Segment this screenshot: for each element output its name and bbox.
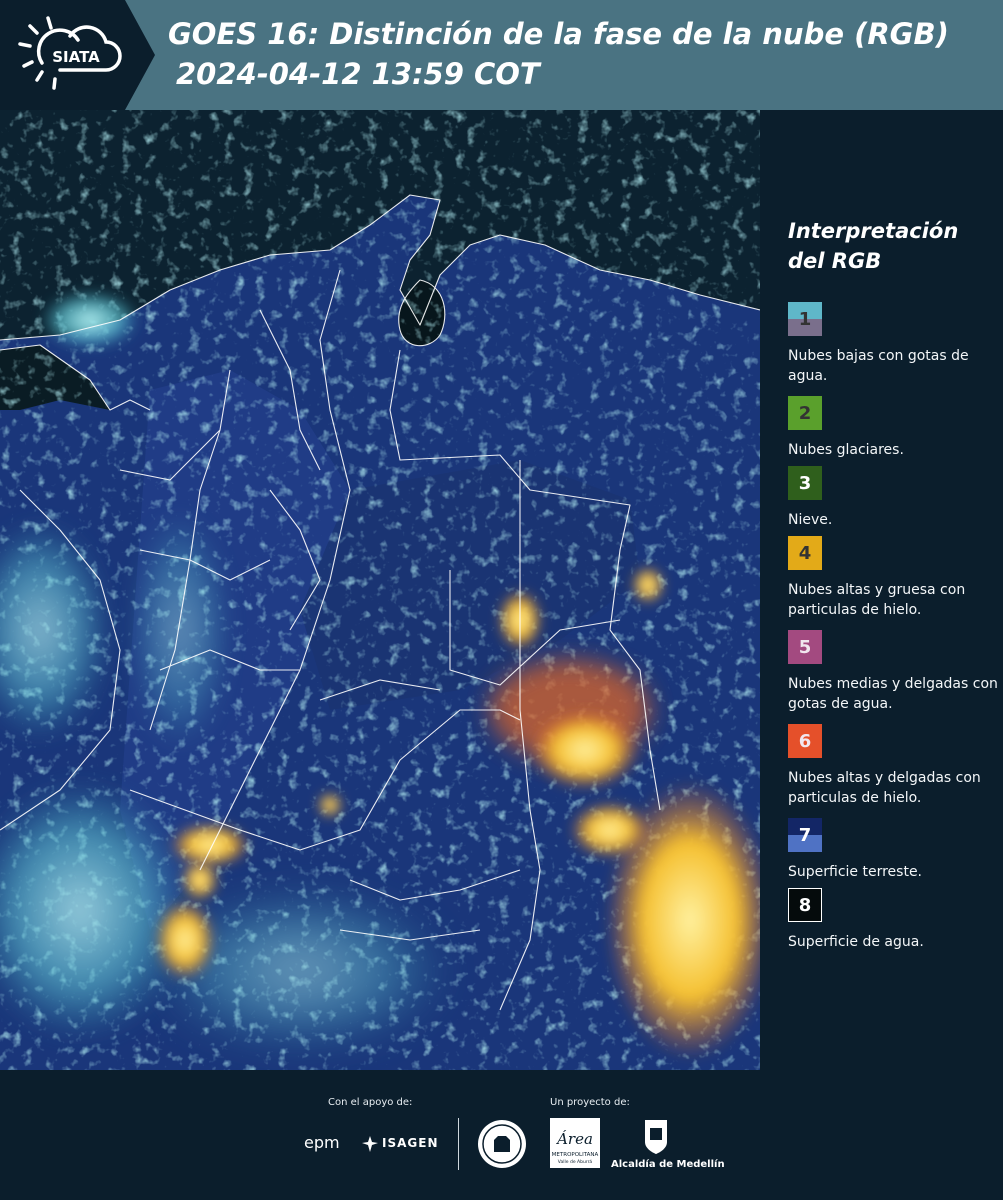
legend-number: 6	[798, 730, 812, 752]
legend-number: 3	[798, 472, 812, 494]
title-line-1: GOES 16: Distinción de la fase de la nub…	[168, 17, 949, 51]
legend-swatch: 3	[788, 466, 822, 500]
cloud-cyan-nw	[40, 290, 140, 350]
area-logo-valle: Valle de Aburrá	[558, 1158, 593, 1165]
legend-label: Nubes altas y delgadas con particulas de…	[788, 770, 981, 806]
legend-swatch: 2	[788, 396, 822, 430]
legend-number: 4	[798, 542, 812, 564]
siata-logo: SIATA	[0, 0, 155, 110]
legend-number: 5	[798, 636, 812, 658]
header-bar: SIATA GOES 16: Distinción de la fase de …	[0, 0, 1003, 110]
legend-label: Nubes altas y gruesa con particulas de h…	[788, 582, 966, 618]
cloud-cyan-andes	[130, 510, 230, 750]
legend-item: 7 Superficie terreste.	[788, 818, 998, 888]
legend-number: 7	[798, 824, 812, 846]
cloud-yellow-center	[530, 710, 640, 790]
area-logo-script: Área	[555, 1130, 593, 1148]
support-caption: Con el apoyo de:	[328, 1097, 413, 1108]
legend-item: 3 Nieve.	[788, 466, 998, 536]
legend-title-line-1: Interpretación	[788, 219, 959, 243]
legend-label: Nubes bajas con gotas de agua.	[788, 348, 969, 384]
legend-swatch: 5	[788, 630, 822, 664]
alcaldia-logo-text: Alcaldía de Medellín	[611, 1159, 725, 1170]
legend-label: Superficie de agua.	[788, 934, 924, 950]
satellite-map	[0, 110, 760, 1070]
legend-items: 1 Nubes bajas con gotas de agua. 2 Nubes gl…	[788, 302, 998, 958]
rgb-legend: Interpretación del RGB 1 Nubes bajas con …	[788, 216, 998, 958]
isagen-icon	[362, 1136, 378, 1152]
legend-item: 5 Nubes medias y delgadas con gotas de ag…	[788, 630, 998, 724]
legend-item: 4 Nubes altas y gruesa con particulas de …	[788, 536, 998, 630]
legend-title-line-2: del RGB	[788, 249, 882, 273]
legend-number: 8	[798, 894, 812, 916]
title-timestamp: 2024-04-12 13:59 COT	[176, 57, 540, 91]
cloud-yellow-sw-2	[182, 860, 218, 900]
seal-icon	[478, 1120, 526, 1168]
legend-swatch: 1	[788, 302, 822, 336]
legend-swatch: 6	[788, 724, 822, 758]
legend-swatch: 8	[788, 888, 822, 922]
cloud-yellow-mid	[318, 793, 342, 817]
area-metropolitana-logo: Área METROPOLITANA Valle de Aburrá	[550, 1118, 600, 1168]
cloud-yellow-sw-3	[155, 900, 215, 980]
legend-number: 1	[798, 308, 812, 330]
footer-divider	[458, 1118, 459, 1170]
siata-logo-text: SIATA	[52, 48, 100, 66]
legend-item: 6 Nubes altas y delgadas con particulas d…	[788, 724, 998, 818]
area-logo-metropolitana: METROPOLITANA	[552, 1152, 599, 1158]
alcaldia-shield-icon	[645, 1120, 667, 1154]
cloud-yellow-east-small	[632, 567, 664, 603]
epm-logo: epm	[304, 1133, 340, 1152]
legend-label: Nieve.	[788, 512, 833, 528]
project-caption: Un proyecto de:	[550, 1097, 630, 1108]
cloud-yellow-se-2	[570, 802, 650, 858]
legend-item: 1 Nubes bajas con gotas de agua.	[788, 302, 998, 396]
legend-swatch: 7	[788, 818, 822, 852]
legend-number: 2	[798, 402, 812, 424]
page-title: GOES 16: Distinción de la fase de la nub…	[168, 14, 988, 94]
isagen-logo: ISAGEN	[382, 1136, 439, 1150]
legend-title: Interpretación del RGB	[788, 216, 988, 276]
legend-swatch: 4	[788, 536, 822, 570]
footer: Con el apoyo de: Un proyecto de: epm ISA…	[0, 1070, 1003, 1200]
legend-item: 2 Nubes glaciares.	[788, 396, 998, 466]
legend-label: Nubes medias y delgadas con gotas de agu…	[788, 676, 998, 712]
legend-label: Nubes glaciares.	[788, 442, 904, 458]
legend-item: 8 Superficie de agua.	[788, 888, 998, 958]
legend-label: Superficie terreste.	[788, 864, 923, 880]
